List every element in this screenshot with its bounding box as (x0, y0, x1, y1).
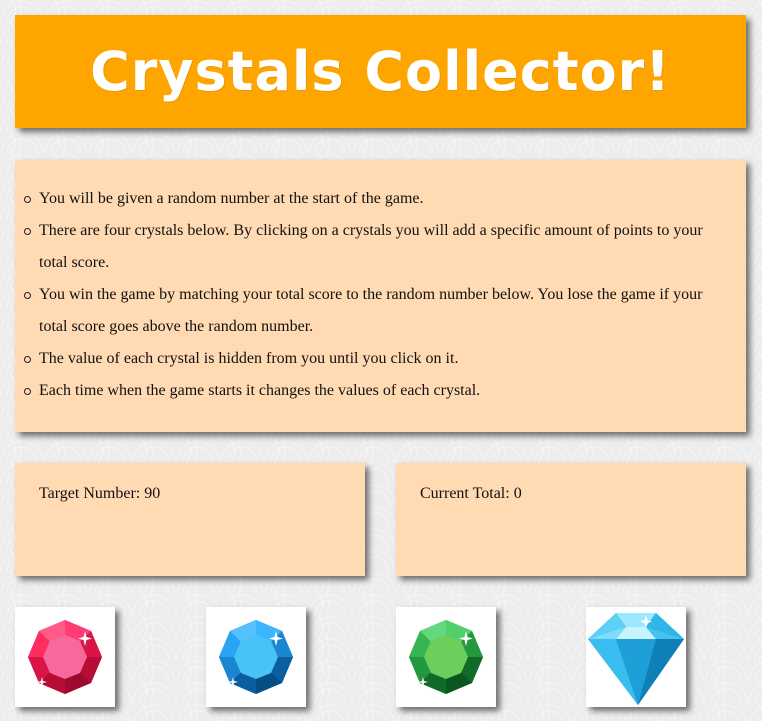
current-total-label: Current Total: (420, 485, 510, 502)
circle-bullet-icon (24, 292, 31, 299)
current-total-value: 0 (513, 485, 522, 502)
instruction-item: The value of each crystal is hidden from… (24, 343, 726, 375)
instruction-item: Each time when the game starts it change… (24, 375, 726, 407)
red-crystal-button[interactable] (15, 607, 115, 707)
current-total-panel: Current Total: 0 (396, 463, 746, 576)
blue-crystal-button[interactable] (206, 607, 306, 707)
circle-bullet-icon (24, 356, 31, 363)
diamond-crystal-icon (588, 613, 684, 705)
instruction-item: There are four crystals below. By clicki… (24, 215, 726, 279)
green-crystal-icon (409, 620, 483, 694)
blue-crystal-icon (219, 620, 293, 694)
circle-bullet-icon (24, 228, 31, 235)
instruction-item: You win the game by matching your total … (24, 279, 726, 343)
target-number-value: 90 (144, 485, 161, 502)
instructions-panel: You will be given a random number at the… (15, 160, 746, 432)
target-number-panel: Target Number: 90 (15, 463, 365, 576)
circle-bullet-icon (24, 196, 31, 203)
circle-bullet-icon (24, 388, 31, 395)
instruction-item: You will be given a random number at the… (24, 183, 726, 215)
current-total-line: Current Total: 0 (420, 485, 522, 503)
title-banner: Crystals Collector! (15, 15, 746, 128)
target-number-label: Target Number: (39, 485, 141, 502)
target-number-line: Target Number: 90 (39, 485, 160, 503)
red-crystal-icon (28, 620, 102, 694)
green-crystal-button[interactable] (396, 607, 496, 707)
instructions-list: You will be given a random number at the… (15, 160, 746, 407)
diamond-crystal-button[interactable] (586, 607, 686, 707)
game-title: Crystals Collector! (90, 40, 671, 103)
